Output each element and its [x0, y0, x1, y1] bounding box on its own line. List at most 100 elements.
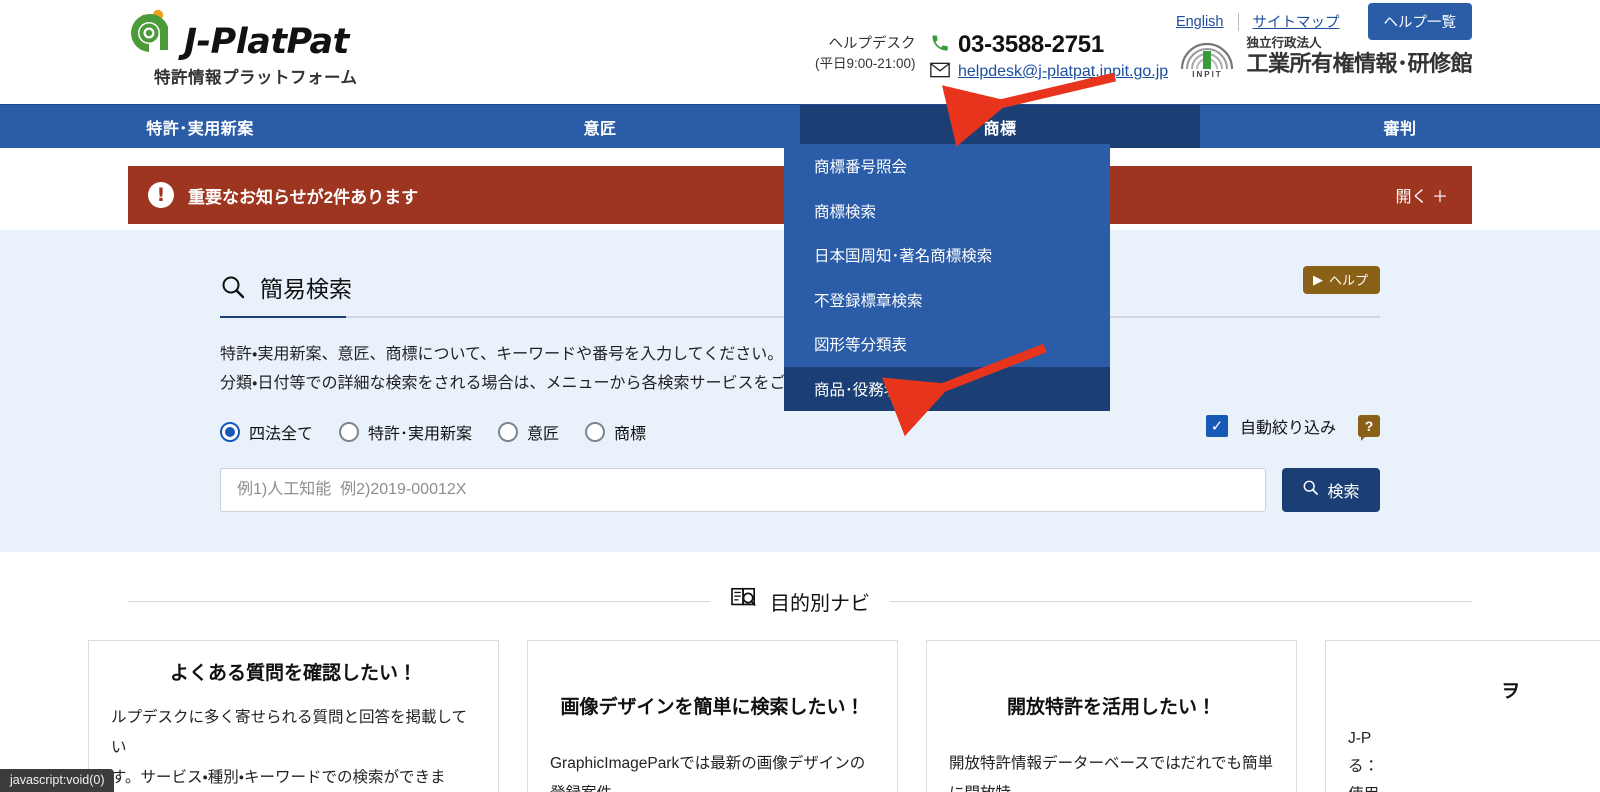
- purpose-navi-section: 目的別ナビ よくある質問を確認したい！ ルプデスクに多く寄せられる質問と回答を掲…: [0, 552, 1600, 792]
- help-list-button[interactable]: ヘルプ一覧: [1367, 3, 1472, 40]
- menu-item-trademark-search-label: 商標検索: [814, 203, 877, 221]
- navi-card-partial-title: ヲ: [1500, 681, 1520, 702]
- nav-item-trademark-label: 商標: [983, 120, 1017, 138]
- navi-card-image-design-title: 画像デザインを簡単に検索したい！: [560, 697, 865, 718]
- radio-design-dot: [498, 422, 519, 442]
- navi-header: 目的別ナビ: [128, 586, 1472, 616]
- navi-card-faq-line2: す。サービス・種別・キーワードでの検索ができま: [111, 769, 446, 786]
- menu-item-trademark-number-inquiry[interactable]: 商標番号照会: [784, 144, 1110, 189]
- exclamation-icon: !: [148, 182, 174, 208]
- global-nav: 特許･実用新案 意匠 商標 審判: [0, 104, 1600, 148]
- browser-status-bar: javascript:void(0): [0, 769, 115, 792]
- navi-card-faq[interactable]: よくある質問を確認したい！ ルプデスクに多く寄せられる質問と回答を掲載してい す…: [88, 640, 499, 792]
- navi-card-faq-title: よくある質問を確認したい！: [169, 663, 417, 684]
- sitemap-link[interactable]: サイトマップ: [1239, 11, 1354, 32]
- navi-card-image-design[interactable]: 画像デザインを簡単に検索したい！ GraphicImageParkでは最新の画像…: [527, 640, 898, 792]
- phone-row: 03-3588-2751: [930, 30, 1168, 60]
- radio-design-label: 意匠: [527, 426, 560, 443]
- auto-narrow-checkbox[interactable]: ✓: [1205, 415, 1228, 437]
- navi-card-image-design-line1: GraphicImageParkでは最新の画像デザインの登録案件: [550, 755, 866, 792]
- search-title: 簡易検索: [220, 270, 352, 304]
- logo-subtitle: 特許情報プラットフォーム: [154, 69, 358, 87]
- mail-icon: [930, 62, 950, 83]
- navi-card-partial-body: J-P る： 使用 も！: [1348, 725, 1600, 792]
- menu-item-goods-services-name-search[interactable]: 商品･役務名検索: [784, 366, 1110, 411]
- search-input[interactable]: [220, 468, 1266, 512]
- notice-text: 重要なお知らせが2件あります: [188, 187, 419, 207]
- radio-trademark-label: 商標: [614, 426, 647, 443]
- search-submit-button[interactable]: 検索: [1282, 468, 1380, 512]
- navi-card-open-patent-line1: 開放特許情報データーベースではだれでも簡単に開放特: [949, 755, 1273, 792]
- email-row: helpdesk@j-platpat.inpit.go.jp: [930, 60, 1168, 84]
- search-help-label: ヘルプ: [1328, 273, 1368, 288]
- nav-item-trademark[interactable]: 商標: [800, 105, 1200, 148]
- inpit-line1: 独立行政法人: [1246, 36, 1322, 50]
- navi-rule-right: [890, 600, 1472, 602]
- search-icon: [220, 274, 246, 300]
- nav-item-design-label: 意匠: [583, 120, 617, 138]
- nav-item-trial-label: 審判: [1383, 120, 1417, 138]
- menu-item-well-known-trademark-search[interactable]: 日本国周知･著名商標検索: [784, 233, 1110, 278]
- search-button-label: 検索: [1327, 484, 1360, 501]
- jplatpat-logo-icon: [124, 8, 180, 60]
- play-triangle-icon: ▶: [1312, 271, 1323, 287]
- inpit-mark-icon: INPIT: [1178, 37, 1236, 79]
- menu-item-unregistrable-mark-search[interactable]: 不登録標章検索: [784, 278, 1110, 323]
- phone-number: 03-3588-2751: [958, 31, 1104, 58]
- search-title-label: 簡易検索: [260, 276, 352, 302]
- navi-card-faq-body: ルプデスクに多く寄せられる質問と回答を掲載してい す。サービス・種別・キーワード…: [111, 703, 476, 792]
- phone-icon: [930, 33, 950, 58]
- helpdesk-info: ヘルプデスク (平日9:00-21:00): [815, 34, 916, 74]
- radio-all-laws[interactable]: 四法全て: [220, 420, 313, 444]
- helpdesk-email-link[interactable]: helpdesk@j-platpat.inpit.go.jp: [958, 63, 1168, 81]
- radio-patent-label: 特許･実用新案: [368, 426, 473, 443]
- navi-rule-left: [128, 600, 710, 602]
- nav-item-patent-label: 特許･実用新案: [146, 120, 254, 138]
- inpit-wordmark: INPIT: [1192, 69, 1223, 79]
- menu-item-trademark-number-inquiry-label: 商標番号照会: [814, 159, 908, 177]
- navi-card-open-patent[interactable]: 開放特許を活用したい！ 開放特許情報データーベースではだれでも簡単に開放特 許を…: [926, 640, 1297, 792]
- inpit-logo[interactable]: INPIT 独立行政法人 工業所有権情報･研修館: [1178, 36, 1472, 79]
- navi-card-partial[interactable]: ヲ J-P る： 使用 も！: [1325, 640, 1600, 792]
- auto-narrow-label: 自動絞り込み: [1239, 420, 1336, 437]
- radio-trademark[interactable]: 商標: [585, 420, 646, 444]
- navi-card-open-patent-title: 開放特許を活用したい！: [1006, 697, 1216, 718]
- auto-narrow-help-icon[interactable]: ?: [1358, 415, 1380, 441]
- menu-item-goods-services-name-search-label: 商品･役務名検索: [814, 381, 931, 399]
- book-search-icon: [730, 586, 758, 616]
- contact-block: 03-3588-2751 helpdesk@j-platpat.inpit.go…: [930, 30, 1168, 84]
- radio-all-laws-label: 四法全て: [249, 426, 314, 443]
- trademark-dropdown-menu: 商標番号照会 商標検索 日本国周知･著名商標検索 不登録標章検索 図形等分類表 …: [784, 144, 1110, 411]
- navi-card-image-design-body: GraphicImageParkでは最新の画像デザインの登録案件 を確認したり、…: [550, 749, 875, 792]
- logo-wordmark: J-PlatPat: [184, 22, 349, 62]
- menu-item-figure-classification-table-label: 図形等分類表: [814, 337, 908, 355]
- nav-item-patent[interactable]: 特許･実用新案: [0, 105, 400, 148]
- menu-item-unregistrable-mark-search-label: 不登録標章検索: [814, 292, 923, 310]
- nav-item-design[interactable]: 意匠: [400, 105, 800, 148]
- notice-open-toggle[interactable]: 開く ＋: [1396, 183, 1448, 207]
- radio-all-laws-dot: [220, 422, 240, 442]
- navi-card-partial-line1: J-P: [1348, 730, 1372, 747]
- radio-patent[interactable]: 特許･実用新案: [339, 420, 472, 444]
- logo-row: J-PlatPat: [124, 4, 384, 60]
- query-row: 検索: [220, 468, 1380, 512]
- english-link[interactable]: English: [1162, 14, 1238, 30]
- nav-item-trial[interactable]: 審判: [1200, 105, 1600, 148]
- site-logo[interactable]: J-PlatPat 特許情報プラットフォーム: [124, 4, 384, 88]
- menu-item-figure-classification-table[interactable]: 図形等分類表: [784, 322, 1110, 367]
- auto-narrow-group: ✓ 自動絞り込み ?: [1205, 414, 1380, 441]
- search-button-icon: [1302, 479, 1319, 501]
- page-root: J-PlatPat 特許情報プラットフォーム ヘルプデスク (平日9:00-21…: [0, 0, 1600, 792]
- inpit-text: 独立行政法人 工業所有権情報･研修館: [1246, 36, 1472, 77]
- inpit-line2: 工業所有権情報･研修館: [1246, 51, 1472, 76]
- navi-title-label: 目的別ナビ: [770, 592, 870, 615]
- helpdesk-label: ヘルプデスク: [828, 36, 916, 52]
- search-help-tag[interactable]: ▶ ヘルプ: [1302, 266, 1380, 294]
- navi-card-partial-line2: る：: [1348, 758, 1380, 775]
- navi-card-faq-line1: ルプデスクに多く寄せられる質問と回答を掲載してい: [111, 709, 468, 756]
- menu-item-well-known-trademark-search-label: 日本国周知･著名商標検索: [814, 248, 993, 266]
- menu-item-trademark-search[interactable]: 商標検索: [784, 189, 1110, 234]
- helpdesk-hours: (平日9:00-21:00): [815, 56, 916, 71]
- radio-design[interactable]: 意匠: [498, 420, 559, 444]
- navi-card-list: よくある質問を確認したい！ ルプデスクに多く寄せられる質問と回答を掲載してい す…: [88, 640, 1600, 792]
